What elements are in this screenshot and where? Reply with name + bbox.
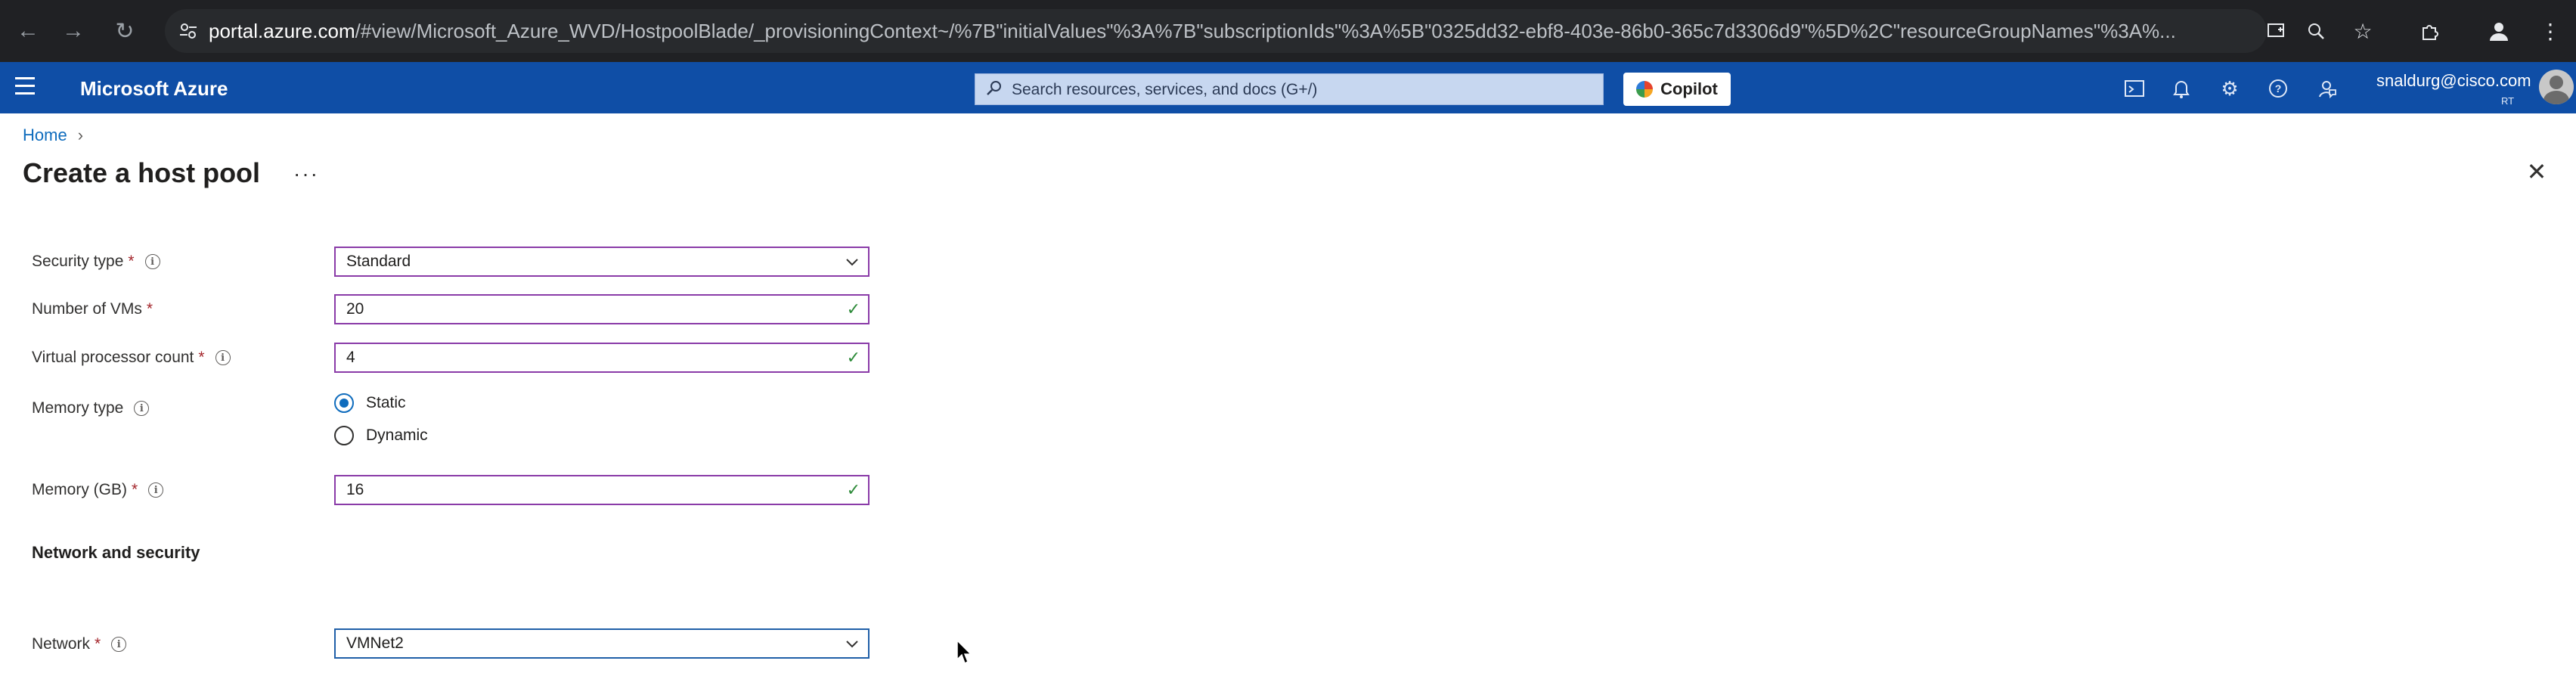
radio-unselected-icon[interactable] (334, 426, 354, 445)
required-asterisk: * (95, 635, 101, 653)
more-options-button[interactable]: ··· (293, 162, 319, 186)
reload-icon[interactable]: ↻ (107, 14, 142, 48)
copilot-button[interactable]: Copilot (1623, 73, 1731, 106)
user-email[interactable]: snaldurg@cisco.com (2376, 71, 2531, 91)
radio-label-static: Static (366, 394, 406, 411)
network-label: Network * i (32, 635, 127, 653)
info-icon[interactable]: i (148, 482, 164, 498)
vcpu-count-value: 4 (346, 349, 355, 366)
site-info-icon[interactable] (178, 21, 198, 41)
chevron-down-icon (846, 641, 858, 648)
required-asterisk: * (128, 253, 135, 270)
chevron-down-icon (846, 259, 858, 266)
network-security-heading: Network and security (32, 543, 200, 562)
install-app-icon[interactable] (2261, 15, 2292, 47)
hamburger-menu-icon[interactable] (15, 77, 38, 98)
radio-selected-icon[interactable] (334, 393, 354, 413)
breadcrumb-home-link[interactable]: Home (23, 126, 67, 145)
bookmark-star-icon[interactable]: ☆ (2347, 15, 2379, 47)
num-vms-input[interactable]: 20 ✓ (334, 294, 870, 324)
copilot-logo-icon (1636, 81, 1654, 98)
security-type-label: Security type * i (32, 253, 160, 271)
svg-text:?: ? (2275, 82, 2282, 95)
help-icon[interactable]: ? (2264, 74, 2292, 103)
memory-type-label: Memory type i (32, 399, 150, 417)
user-directory: RT (2501, 95, 2515, 107)
valid-check-icon: ✓ (846, 480, 860, 499)
global-search-input[interactable]: Search resources, services, and docs (G+… (975, 73, 1604, 105)
network-value: VMNet2 (346, 634, 404, 652)
info-icon[interactable]: i (144, 254, 160, 269)
security-type-dropdown[interactable]: Standard (334, 247, 870, 277)
zoom-icon[interactable] (2300, 15, 2332, 47)
chevron-right-icon: › (77, 126, 84, 144)
page-title: Create a host pool (23, 157, 261, 188)
cloud-shell-icon[interactable] (2120, 74, 2149, 103)
info-icon[interactable]: i (111, 637, 127, 652)
num-vms-label: Number of VMs * (32, 300, 153, 318)
network-dropdown[interactable]: VMNet2 (334, 628, 870, 659)
info-icon[interactable]: i (134, 401, 150, 416)
required-asterisk: * (132, 481, 138, 498)
address-bar[interactable]: portal.azure.com/#view/Microsoft_Azure_W… (165, 9, 2267, 53)
close-icon[interactable]: ✕ (2525, 160, 2548, 184)
feedback-icon[interactable] (2312, 74, 2341, 103)
azure-top-bar: Microsoft Azure Search resources, servic… (0, 62, 2576, 113)
info-icon[interactable]: i (215, 350, 231, 365)
menu-kebab-icon[interactable]: ⋮ (2534, 15, 2566, 47)
profile-icon[interactable] (2483, 15, 2515, 47)
required-asterisk: * (146, 300, 153, 318)
vcpu-count-label: Virtual processor count * i (32, 349, 231, 367)
memory-type-radio-static[interactable]: Static (334, 393, 406, 413)
valid-check-icon: ✓ (846, 348, 860, 367)
security-type-value: Standard (346, 253, 411, 270)
back-arrow-icon[interactable]: ← (11, 14, 45, 48)
valid-check-icon: ✓ (846, 299, 860, 318)
memory-gb-value: 16 (346, 481, 364, 498)
avatar[interactable] (2539, 70, 2574, 104)
mouse-cursor-icon (956, 640, 972, 665)
search-icon (987, 81, 1001, 95)
memory-gb-input[interactable]: 16 ✓ (334, 475, 870, 505)
required-asterisk: * (198, 349, 205, 366)
brand-logo-text[interactable]: Microsoft Azure (80, 77, 228, 101)
forward-arrow-icon[interactable]: → (56, 14, 91, 48)
search-placeholder: Search resources, services, and docs (G+… (1012, 81, 1318, 98)
notifications-bell-icon[interactable] (2167, 74, 2196, 103)
copilot-label: Copilot (1660, 79, 1718, 98)
breadcrumb: Home › (23, 126, 83, 145)
memory-type-radio-dynamic[interactable]: Dynamic (334, 426, 428, 445)
url-text: portal.azure.com/#view/Microsoft_Azure_W… (209, 20, 2175, 42)
browser-toolbar: ← → ↻ portal.azure.com/#view/Microsoft_A… (0, 0, 2576, 62)
extensions-icon[interactable] (2413, 15, 2445, 47)
radio-label-dynamic: Dynamic (366, 427, 428, 444)
memory-gb-label: Memory (GB) * i (32, 481, 164, 499)
num-vms-value: 20 (346, 300, 364, 318)
settings-gear-icon[interactable]: ⚙ (2215, 74, 2244, 103)
vcpu-count-input[interactable]: 4 ✓ (334, 343, 870, 373)
